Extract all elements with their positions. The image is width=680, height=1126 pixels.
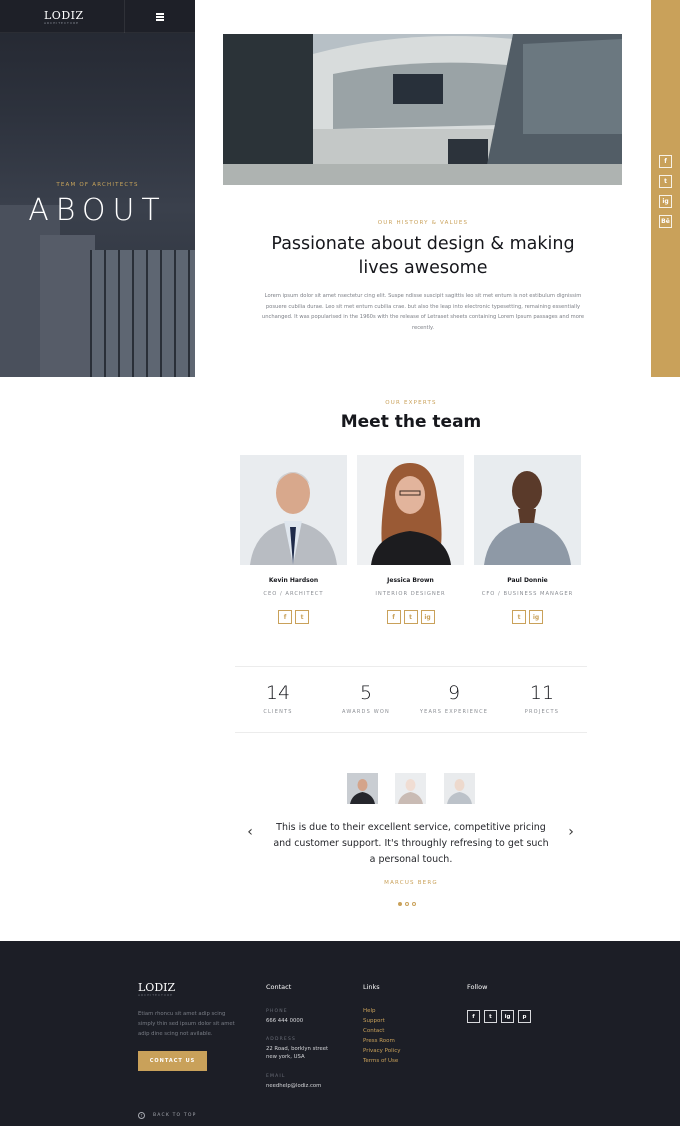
stat-number: 14 [265,682,291,704]
hamburger-icon-line [156,19,164,21]
address-line1: 22 Road, borklyn street [266,1046,329,1052]
person-avatar-icon [347,773,378,804]
footer-logo-subtitle: ARCHITECTURE [138,993,174,997]
footer-link-press-room[interactable]: Press Room [363,1038,395,1044]
contact-us-button[interactable]: CONTACT US [138,1051,207,1071]
footer-links-title: Links [363,983,380,991]
person-avatar-icon [395,773,426,804]
testimonial-avatar[interactable] [347,773,378,804]
architecture-illustration [223,34,622,185]
carousel-dots [398,902,416,906]
member-social-links: t ig [474,610,581,624]
hero-building-right [90,250,195,377]
person-avatar-icon [240,455,347,565]
hero-kicker: TEAM OF ARCHITECTS [56,182,139,188]
testimonial-avatar[interactable] [444,773,475,804]
member-photo [474,455,581,565]
arrow-up-icon: ↑ [138,1112,145,1119]
footer: LODIZ ARCHITECTURE Etiam rhoncu sit amet… [0,941,680,1126]
behance-icon[interactable]: Bē [659,215,672,228]
email-label: EMAIL [266,1074,286,1079]
testimonial-author: MARCUS BERG [384,880,438,886]
twitter-icon[interactable]: t [295,610,309,624]
member-role: INTERIOR DESIGNER [375,591,446,597]
stat-number: 9 [447,682,461,704]
site-logo-subtitle: ARCHITECTURE [44,21,80,25]
member-social-links: f t ig [357,610,464,624]
instagram-icon[interactable]: ig [529,610,543,624]
facebook-icon[interactable]: f [386,610,401,624]
twitter-icon[interactable]: t [484,1010,497,1023]
divider [235,732,587,733]
team-kicker: OUR EXPERTS [385,400,437,406]
instagram-icon[interactable]: ig [659,195,672,208]
phone-value[interactable]: 666 444 0000 [266,1017,303,1025]
twitter-icon[interactable]: t [659,175,672,188]
footer-link-contact[interactable]: Contact [363,1028,384,1034]
member-photo [357,455,464,565]
member-role: CFO / BUSINESS MANAGER [481,591,574,597]
footer-link-terms[interactable]: Terms of Use [363,1058,398,1064]
hero-building-mid [40,235,95,377]
about-paragraph: Lorem ipsum dolor sit amet nsectetur cin… [261,293,585,331]
instagram-icon[interactable]: ig [501,1010,514,1023]
pinterest-icon[interactable]: p [518,1010,531,1023]
hero-panel: LODIZ ARCHITECTURE TEAM OF ARCHITECTS AB… [0,0,195,377]
footer-link-support[interactable]: Support [363,1018,385,1024]
member-name: Jessica Brown [387,577,434,584]
carousel-dot[interactable] [412,902,416,906]
back-to-top-label: BACK TO TOP [153,1113,197,1118]
architecture-image [223,34,622,185]
person-avatar-icon [474,455,581,565]
member-name: Kevin Hardson [268,577,319,584]
footer-link-privacy-policy[interactable]: Privacy Policy [363,1048,400,1054]
member-name: Paul Donnie [507,577,548,584]
footer-about-text: Etiam rhoncu sit amet adip scing simply … [138,1011,235,1037]
menu-button[interactable] [124,0,195,33]
page-title: ABOUT [28,193,167,228]
stat-label: CLIENTS [263,709,293,715]
divider [235,666,587,667]
carousel-dot[interactable] [398,902,402,906]
footer-link-help[interactable]: Help [363,1008,376,1014]
hamburger-icon-line [156,13,164,15]
stat-number: 11 [529,682,555,704]
person-avatar-icon [357,455,464,565]
facebook-icon[interactable]: f [467,1010,480,1023]
stat-number: 5 [359,682,373,704]
address-label: ADDRESS [266,1037,297,1042]
chevron-right-icon[interactable]: › [566,824,576,840]
carousel-dot[interactable] [405,902,409,906]
hamburger-icon-line [156,16,164,18]
social-strip: f t ig Bē [651,0,680,377]
about-kicker: OUR HISTORY & VALUES [377,220,469,226]
member-role: CEO / ARCHITECT [263,591,324,597]
instagram-icon[interactable]: ig [420,610,435,624]
member-social-links: f t [240,610,347,624]
testimonial-avatar[interactable] [395,773,426,804]
phone-label: PHONE [266,1009,288,1014]
twitter-icon[interactable]: t [512,610,526,624]
stat-label: AWARDS WON [342,709,390,715]
person-avatar-icon [444,773,475,804]
address-line2: new york, USA [266,1054,305,1060]
team-heading: Meet the team [340,412,482,432]
member-photo [240,455,347,565]
chevron-left-icon[interactable]: ‹ [245,824,255,840]
facebook-icon[interactable]: f [659,155,672,168]
footer-contact-title: Contact [266,983,292,991]
email-value[interactable]: needhelp@lodiz.com [266,1082,321,1090]
stat-label: YEARS EXPERIENCE [419,709,489,715]
footer-follow-title: Follow [467,983,488,991]
about-heading: Passionate about design & making lives a… [271,234,575,278]
testimonial-quote: This is due to their excellent service, … [273,822,549,865]
stat-label: PROJECTS [524,709,560,715]
facebook-icon[interactable]: f [278,610,292,624]
twitter-icon[interactable]: t [403,610,418,624]
back-to-top[interactable]: ↑ BACK TO TOP [138,1112,197,1119]
